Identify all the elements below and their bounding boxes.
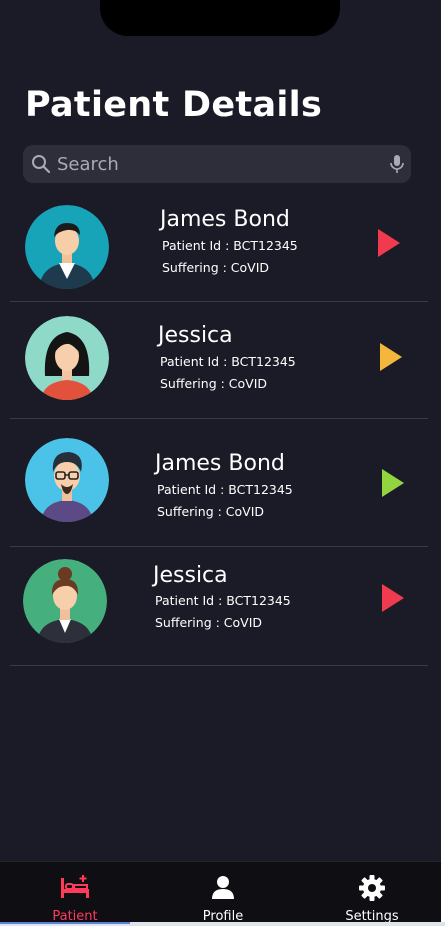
- patient-condition: Suffering : CoVID: [157, 504, 265, 519]
- patient-row[interactable]: James Bond Patient Id : BCT12345 Sufferi…: [10, 427, 428, 539]
- man-glasses-avatar-icon: [25, 438, 109, 522]
- patient-row[interactable]: Jessica Patient Id : BCT12345 Suffering …: [10, 305, 428, 417]
- row-divider: [10, 546, 428, 547]
- play-arrow-icon[interactable]: [376, 227, 402, 259]
- man-suit-avatar-icon: [25, 205, 109, 289]
- search-icon: [32, 155, 51, 174]
- woman-bun-avatar-icon: [23, 559, 107, 643]
- nav-label: Patient: [52, 909, 98, 922]
- patient-id: Patient Id : BCT12345: [160, 354, 296, 369]
- patient-condition: Suffering : CoVID: [162, 260, 270, 275]
- nav-item-profile[interactable]: Profile: [168, 862, 278, 922]
- patient-name: Jessica: [153, 563, 228, 588]
- device-notch: [100, 0, 340, 36]
- patient-name: James Bond: [160, 207, 290, 232]
- microphone-icon[interactable]: [387, 154, 407, 174]
- avatar: [23, 559, 107, 643]
- row-divider: [10, 418, 428, 419]
- patient-row[interactable]: Jessica Patient Id : BCT12345 Suffering …: [10, 549, 428, 661]
- patient-condition: Suffering : CoVID: [160, 376, 268, 391]
- play-arrow-icon[interactable]: [380, 582, 406, 614]
- row-divider: [10, 665, 428, 666]
- person-icon: [212, 876, 234, 899]
- patient-id: Patient Id : BCT12345: [157, 482, 293, 497]
- avatar: [25, 205, 109, 289]
- edge-accent: [0, 922, 130, 924]
- play-arrow-icon[interactable]: [378, 341, 404, 373]
- patient-row[interactable]: James Bond Patient Id : BCT12345 Sufferi…: [10, 193, 428, 305]
- nav-item-patient[interactable]: Patient: [20, 862, 130, 922]
- avatar: [25, 438, 109, 522]
- row-divider: [10, 301, 428, 302]
- play-arrow-icon[interactable]: [380, 467, 406, 499]
- nav-label: Settings: [345, 909, 399, 922]
- gear-icon: [359, 875, 385, 901]
- app-screen: Patient Details James Bond Patient Id :: [0, 0, 441, 922]
- bottom-edge-strip: [0, 922, 445, 926]
- nav-item-settings[interactable]: Settings: [317, 862, 427, 922]
- patient-id: Patient Id : BCT12345: [162, 238, 298, 253]
- woman-long-hair-avatar-icon: [25, 316, 109, 400]
- nav-label: Profile: [202, 909, 244, 922]
- hospital-bed-icon: [61, 875, 89, 898]
- bottom-nav: Patient Profile Settings: [0, 861, 441, 922]
- patient-condition: Suffering : CoVID: [155, 615, 263, 630]
- patient-name: Jessica: [158, 323, 233, 348]
- search-bar[interactable]: [23, 145, 411, 183]
- search-input[interactable]: [57, 145, 387, 183]
- patient-id: Patient Id : BCT12345: [155, 593, 291, 608]
- avatar: [25, 316, 109, 400]
- patient-name: James Bond: [155, 451, 285, 476]
- page-title: Patient Details: [25, 85, 323, 125]
